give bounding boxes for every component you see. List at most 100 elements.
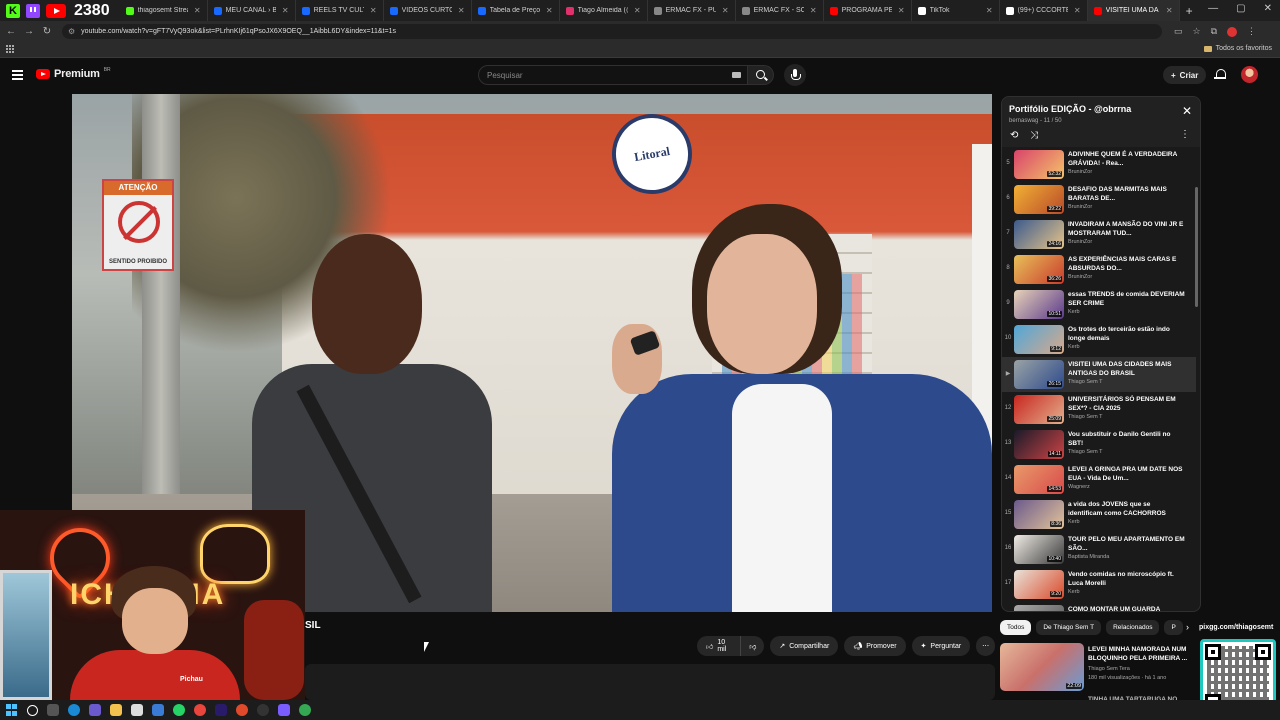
playlist-item[interactable]: ▶ 26:15 VISITEI UMA DAS CIDADES MAIS ANTIG… <box>1002 357 1196 392</box>
tab-close-icon[interactable]: ✕ <box>194 6 201 15</box>
related-channel[interactable]: Thiago Sem Tera <box>1088 666 1130 672</box>
reload-icon[interactable]: ↻ <box>40 26 54 37</box>
cast-icon[interactable]: ▭ <box>1174 26 1183 37</box>
browser-tab[interactable]: ERMAC FX - SOBRE ✕ <box>736 0 824 21</box>
more-actions-icon[interactable]: ⋯ <box>976 636 995 656</box>
store-icon[interactable] <box>131 704 143 716</box>
loop-icon[interactable]: ⟲ <box>1010 130 1018 141</box>
create-button[interactable]: + Criar <box>1163 66 1207 84</box>
playlist-item[interactable]: 6 39:22 DESAFIO DAS MARMITAS MAIS BARATAS … <box>1002 182 1196 217</box>
playlist-item[interactable]: 12 25:09 UNIVERSITÁRIOS SÓ PENSAM EM SEX*?… <box>1002 392 1196 427</box>
chips-next-icon[interactable]: › <box>1186 622 1189 632</box>
account-avatar[interactable] <box>1241 66 1258 83</box>
playlist-item[interactable]: 5 52:32 ADIVINHE QUEM É A VERDADEIRA GRÁVI… <box>1002 147 1196 182</box>
playlist-item[interactable]: 9 10:51 essas TRENDS de comida DEVERIAM SE… <box>1002 287 1196 322</box>
forward-icon[interactable]: → <box>22 26 36 37</box>
playlist-item-thumbnail[interactable]: 10:51 <box>1014 290 1064 319</box>
youtube-icon[interactable] <box>46 3 66 18</box>
tab-close-icon[interactable]: ✕ <box>986 6 993 15</box>
playlist-item-thumbnail[interactable]: 14:53 <box>1014 465 1064 494</box>
maximize-icon[interactable]: ▢ <box>1236 3 1245 14</box>
browser-tab[interactable]: Tiago Almeida (@c ✕ <box>560 0 648 21</box>
playlist-scrollbar[interactable] <box>1195 187 1198 307</box>
obs-icon[interactable] <box>236 704 248 716</box>
edge-icon[interactable] <box>68 704 80 716</box>
browser-tab[interactable]: VISITEI UMA DA ✕ <box>1087 0 1180 21</box>
keyboard-icon[interactable] <box>732 72 741 78</box>
playlist-item-thumbnail[interactable]: 39:22 <box>1014 185 1064 214</box>
playlist-item[interactable]: 16 10:40 TOUR PELO MEU APARTAMENTO EM SÃO.… <box>1002 532 1196 567</box>
mail-icon[interactable] <box>152 704 164 716</box>
voice-search-icon[interactable] <box>784 64 806 86</box>
playlist-title[interactable]: Portifólio EDIÇÃO - @obrrna <box>1009 104 1131 114</box>
whatsapp-icon[interactable] <box>173 704 185 716</box>
grid-app-icon[interactable] <box>278 704 290 716</box>
playlist-item[interactable]: 7 24:16 INVADIRAM A MANSÃO DO VINI JR E MO… <box>1002 217 1196 252</box>
star-icon[interactable]: ☆ <box>1193 26 1201 37</box>
description-box[interactable] <box>305 664 995 700</box>
windows-start-icon[interactable] <box>6 704 18 716</box>
app-icon[interactable] <box>257 704 269 716</box>
playlist-item-thumbnail[interactable]: 14:11 <box>1014 430 1064 459</box>
tab-close-icon[interactable]: ✕ <box>370 6 377 15</box>
playlist-item-thumbnail[interactable]: 24:16 <box>1014 220 1064 249</box>
related-thumbnail[interactable]: 22:09 <box>1000 643 1084 691</box>
chrome-icon[interactable] <box>194 704 206 716</box>
related-video[interactable]: 22:09 LEVEI MINHA NAMORADA NUM BLOQUINHO… <box>1000 643 1195 693</box>
browser-tab[interactable]: TikTok ✕ <box>912 0 1000 21</box>
playlist-item[interactable]: 10 9:12 Os trotes do terceirão estão indo … <box>1002 322 1196 357</box>
playlist-item[interactable]: 18COMO MONTAR UM GUARDA <box>1002 602 1196 611</box>
playlist-item-thumbnail[interactable] <box>1014 605 1064 611</box>
tab-close-icon[interactable]: ✕ <box>634 6 641 15</box>
chrome-profile-icon[interactable] <box>299 704 311 716</box>
site-info-icon[interactable]: ⚙ <box>68 27 75 36</box>
kick-icon[interactable]: K <box>6 3 20 18</box>
guide-menu-icon[interactable] <box>12 70 23 80</box>
playlist-item-thumbnail[interactable]: 25:09 <box>1014 395 1064 424</box>
new-tab-button[interactable]: + <box>1186 4 1193 18</box>
tab-close-icon[interactable]: ✕ <box>810 6 817 15</box>
tab-close-icon[interactable]: ✕ <box>898 6 905 15</box>
playlist-item[interactable]: 14 14:53 LEVEI A GRINGA PRA UM DATE NOS EU… <box>1002 462 1196 497</box>
browser-tab[interactable]: ERMAC FX - PUBLIC ✕ <box>648 0 736 21</box>
browser-tab[interactable]: PROGRAMA PÉ NA ✕ <box>824 0 912 21</box>
youtube-logo[interactable]: Premium BR <box>36 67 111 80</box>
playlist-item-thumbnail[interactable]: 26:15 <box>1014 360 1064 389</box>
twitch-icon[interactable] <box>26 3 40 18</box>
taskbar-search-icon[interactable] <box>27 704 38 716</box>
search-input[interactable]: Pesquisar <box>478 65 748 85</box>
playlist-item[interactable]: 17 9:20 Vendo comidas no microscópio ft. L… <box>1002 567 1196 602</box>
playlist-item[interactable]: 15 8:36 a vida dos JOVENS que se identific… <box>1002 497 1196 532</box>
menu-icon[interactable]: ⋮ <box>1247 26 1256 37</box>
browser-tab[interactable]: thiagosemt Stream ✕ <box>120 0 208 21</box>
apps-icon[interactable] <box>6 45 14 53</box>
browser-tab[interactable]: MEU CANAL › Beha ✕ <box>208 0 296 21</box>
playlist-item-thumbnail[interactable]: 52:32 <box>1014 150 1064 179</box>
minimize-icon[interactable]: — <box>1208 3 1218 14</box>
all-bookmarks-button[interactable]: Todos os favoritos <box>1203 45 1272 52</box>
playlist-item[interactable]: 13 14:11 Vou substituir o Danilo Gentili n… <box>1002 427 1196 462</box>
like-button[interactable]: 👍︎ 10 mil <box>697 636 742 656</box>
tab-close-icon[interactable]: ✕ <box>546 6 553 15</box>
tab-close-icon[interactable]: ✕ <box>1166 6 1173 15</box>
playlist-item[interactable]: 8 36:26 AS EXPERIÊNCIAS MAIS CARAS E ABSUR… <box>1002 252 1196 287</box>
browser-tab[interactable]: VIDEOS CURTOS - ✕ <box>384 0 472 21</box>
close-playlist-icon[interactable]: ✕ <box>1182 105 1192 117</box>
browser-tab[interactable]: Tabela de Preços / ✕ <box>472 0 560 21</box>
tab-close-icon[interactable]: ✕ <box>1074 6 1081 15</box>
promote-button[interactable]: 📣︎ Promover <box>844 636 906 656</box>
playlist-more-icon[interactable]: ⋮ <box>1180 129 1190 140</box>
browser-tab[interactable]: (99+) CCCORTES ✕ <box>1000 0 1088 21</box>
filter-chip[interactable]: Todos <box>1000 620 1032 635</box>
file-explorer-icon[interactable] <box>110 704 122 716</box>
filter-chip[interactable]: P <box>1164 620 1183 635</box>
copilot-icon[interactable] <box>89 704 101 716</box>
playlist-item-thumbnail[interactable]: 9:12 <box>1014 325 1064 354</box>
close-window-icon[interactable]: ✕ <box>1264 3 1272 14</box>
ask-button[interactable]: ✦ Perguntar <box>911 636 971 656</box>
playlist-item-thumbnail[interactable]: 8:36 <box>1014 500 1064 529</box>
tab-close-icon[interactable]: ✕ <box>458 6 465 15</box>
related-title[interactable]: LEVEI MINHA NAMORADA NUM BLOQUINHO PELA … <box>1088 645 1192 663</box>
back-icon[interactable]: ← <box>4 26 18 37</box>
profile-icon[interactable] <box>1227 26 1238 37</box>
